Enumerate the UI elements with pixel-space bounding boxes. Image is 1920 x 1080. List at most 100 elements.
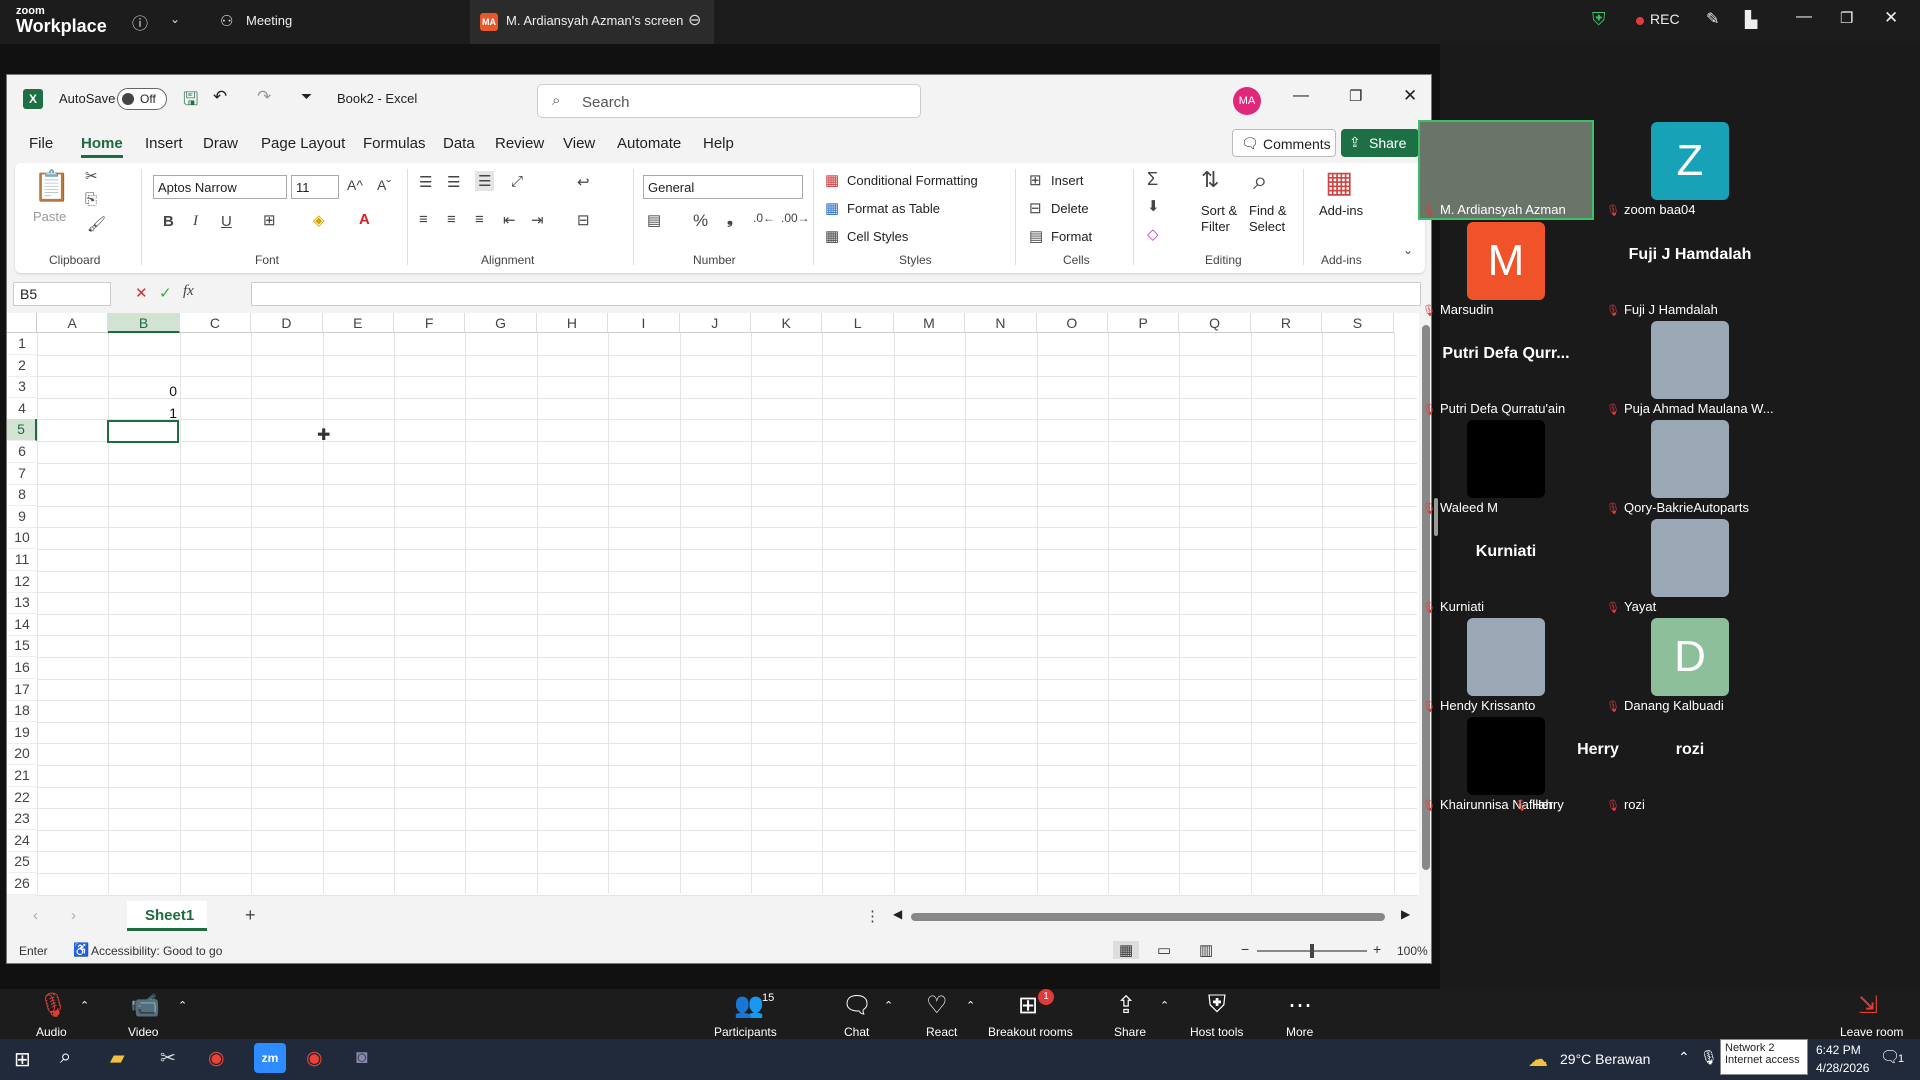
host-tools-icon[interactable]: ⛨ [1208, 991, 1226, 1019]
clock-date[interactable]: 4/28/2026 [1816, 1061, 1869, 1075]
xl-close-icon[interactable]: ✕ [1403, 86, 1417, 106]
tab-options-icon[interactable]: ⋮ [865, 907, 880, 925]
name-box[interactable]: B5 [13, 282, 111, 306]
formula-input[interactable] [251, 282, 1421, 306]
add-sheet-icon[interactable]: + [245, 905, 256, 926]
font-color-icon[interactable]: A [359, 211, 370, 228]
align-right-icon[interactable]: ≡ [475, 211, 484, 228]
column-header-b[interactable]: B [108, 313, 180, 333]
share-screen-icon[interactable]: ⇪ [1116, 991, 1136, 1020]
share-button[interactable]: ⇪ Share [1341, 129, 1419, 157]
rec-label[interactable]: REC [1650, 11, 1680, 27]
autosave-toggle[interactable]: Off [117, 88, 167, 110]
orientation-icon[interactable]: ⤢ [511, 173, 523, 190]
zoom-out-icon[interactable]: − [1241, 941, 1249, 957]
zoom-taskbar-icon[interactable]: zm [254, 1043, 286, 1073]
column-header-c[interactable]: C [179, 313, 252, 333]
participant-tile[interactable]: Putri Defa Qurr... 🎙 Putri Defa Qurratu'ai… [1416, 321, 1596, 421]
row-header-6[interactable]: 6 [7, 441, 37, 463]
participant-tile[interactable]: Fuji J Hamdalah 🎙 Fuji J Hamdalah [1600, 222, 1780, 322]
react-heart-icon[interactable]: ♡ [926, 991, 948, 1020]
chevron-down-icon[interactable]: ⌄ [170, 12, 180, 26]
meeting-label[interactable]: Meeting [246, 13, 292, 28]
insert-cells-button[interactable]: Insert [1051, 173, 1084, 188]
column-header-a[interactable]: A [37, 313, 109, 333]
weather-text[interactable]: 29°C Berawan [1560, 1051, 1650, 1067]
italic-icon[interactable]: I [193, 213, 198, 230]
comma-style-icon[interactable]: ❟ [727, 211, 733, 228]
row-header-21[interactable]: 21 [7, 765, 37, 787]
row-header-2[interactable]: 2 [7, 355, 37, 377]
select-all-corner[interactable] [7, 313, 37, 333]
column-header-m[interactable]: M [893, 313, 966, 333]
scroll-left-icon[interactable]: ◀ [893, 907, 902, 921]
active-cell-b5[interactable] [107, 420, 179, 443]
zoom-slider-thumb[interactable] [1310, 944, 1314, 958]
column-header-l[interactable]: L [822, 313, 894, 333]
tray-mic-icon[interactable]: 🎙 [1700, 1049, 1718, 1066]
paste-icon[interactable]: 📋 [33, 169, 70, 204]
accounting-format-icon[interactable]: ▤ [647, 211, 661, 229]
page-break-view-icon[interactable]: ▥ [1199, 941, 1213, 959]
chat-icon[interactable]: 🗨 [842, 991, 872, 1020]
info-icon[interactable]: ⓘ [132, 10, 148, 34]
row-header-23[interactable]: 23 [7, 808, 37, 831]
minimize-icon[interactable]: — [1796, 8, 1812, 26]
leave-room-icon[interactable]: ⇲ [1858, 991, 1878, 1020]
search-input[interactable]: ⌕ Search [537, 84, 921, 118]
format-as-table-button[interactable]: Format as Table [847, 201, 940, 216]
wrap-text-icon[interactable]: ↩ [577, 173, 590, 191]
fill-icon[interactable]: ⬇ [1147, 197, 1160, 215]
column-header-f[interactable]: F [394, 313, 466, 333]
row-header-5[interactable]: 5 [7, 419, 37, 442]
cell-b3[interactable]: 0 [107, 383, 177, 399]
row-header-9[interactable]: 9 [7, 506, 37, 528]
sort-filter-icon[interactable]: ⇅ [1201, 167, 1219, 193]
participant-tile[interactable]: 🎙 Waleed M [1416, 420, 1596, 520]
decrease-indent-icon[interactable]: ⇤ [503, 211, 516, 229]
audio-label[interactable]: Audio [36, 1025, 67, 1039]
comments-button[interactable]: 🗨 Comments [1232, 129, 1336, 157]
format-painter-icon[interactable]: 🖌 [87, 215, 106, 233]
row-header-18[interactable]: 18 [7, 700, 37, 723]
chrome-profile-icon[interactable]: ◉ [306, 1047, 323, 1070]
save-icon[interactable]: 🖫 [183, 87, 198, 117]
row-header-4[interactable]: 4 [7, 398, 37, 420]
breakout-rooms-icon[interactable]: ⊞ [1018, 991, 1038, 1020]
merge-center-icon[interactable]: ⊟ [577, 211, 590, 229]
participant-tile[interactable]: M 🎙 Marsudin [1416, 222, 1596, 322]
collapse-ribbon-icon[interactable]: ⌄ [1403, 243, 1413, 257]
xl-restore-icon[interactable]: ❐ [1349, 87, 1362, 105]
font-size-select[interactable]: 11 [291, 175, 339, 199]
column-header-h[interactable]: H [536, 313, 609, 333]
row-header-11[interactable]: 11 [7, 549, 37, 571]
customize-qat-icon[interactable]: ⏷ [301, 88, 312, 105]
column-header-k[interactable]: K [751, 313, 823, 333]
column-header-i[interactable]: I [608, 313, 680, 333]
column-header-r[interactable]: R [1250, 313, 1323, 333]
row-header-26[interactable]: 26 [7, 873, 37, 895]
video-off-icon[interactable]: 📹 [130, 991, 160, 1020]
tab-help[interactable]: Help [703, 135, 734, 152]
row-header-13[interactable]: 13 [7, 592, 37, 615]
restore-icon[interactable]: ❐ [1840, 9, 1853, 27]
chat-options-icon[interactable]: ⌃ [884, 999, 893, 1012]
decrease-font-icon[interactable]: Aˇ [377, 177, 391, 193]
horizontal-scrollbar[interactable]: ◀ ▶ [893, 907, 1413, 923]
participant-tile[interactable]: 🎙 Yayat [1600, 519, 1780, 619]
user-avatar[interactable]: MA [1233, 87, 1261, 115]
page-layout-view-icon[interactable]: ▭ [1157, 941, 1171, 959]
confirm-entry-icon[interactable]: ✓ [159, 284, 172, 302]
cell-styles-button[interactable]: Cell Styles [847, 229, 908, 244]
decrease-decimal-icon[interactable]: .00→ [781, 211, 810, 225]
autosum-icon[interactable]: Σ [1147, 169, 1158, 190]
more-icon[interactable]: ⋯ [1288, 991, 1312, 1020]
addins-icon[interactable]: ▦ [1325, 165, 1353, 200]
close-icon[interactable]: ✕ [1884, 8, 1898, 28]
chat-label[interactable]: Chat [844, 1025, 869, 1039]
participant-tile[interactable]: Herry 🎙 Herry [1508, 717, 1688, 817]
react-label[interactable]: React [926, 1025, 957, 1039]
annotate-pen-icon[interactable]: ✎ [1706, 9, 1719, 29]
participants-icon[interactable]: 👥 [734, 991, 764, 1020]
participant-tile[interactable]: 🎙 Qory-BakrieAutoparts [1600, 420, 1780, 520]
